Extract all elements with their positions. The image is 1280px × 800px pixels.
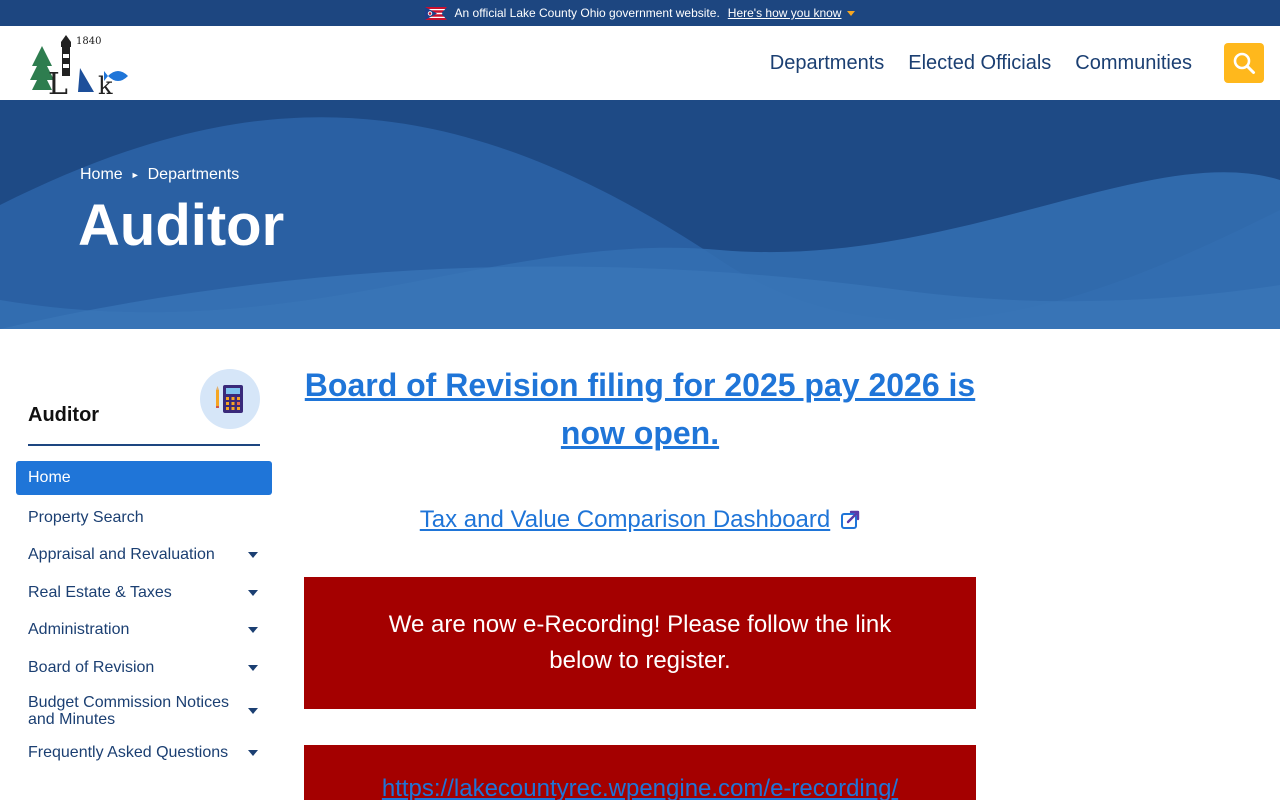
expand-caret-icon[interactable] (248, 552, 258, 559)
lake-county-logo[interactable]: L k 1840 (28, 32, 132, 102)
sidebar-item-board-of-revision[interactable]: Board of Revision (16, 649, 272, 687)
expand-caret-icon[interactable] (248, 707, 258, 714)
department-sidebar: Auditor Home Property Search Appraisal a… (16, 360, 272, 772)
dashboard-link-row: Tax and Value Comparison Dashboard (304, 506, 976, 534)
how-you-know-label: Here's how you know (727, 6, 842, 20)
banner-text: An official Lake County Ohio government … (454, 6, 720, 20)
breadcrumb-separator-icon: ► (130, 170, 140, 180)
caret-down-icon (847, 10, 856, 16)
e-recording-notice-text: We are now e-Recording! Please follow th… (388, 611, 892, 674)
sidebar-header: Auditor (28, 360, 260, 446)
e-recording-notice: We are now e-Recording! Please follow th… (304, 577, 976, 709)
sidebar-item-label: Real Estate & Taxes (28, 583, 172, 601)
logo-year: 1840 (76, 36, 102, 47)
search-icon (1233, 52, 1255, 74)
main-content: Board of Revision filing for 2025 pay 20… (304, 360, 976, 800)
sidebar-item-administration[interactable]: Administration (16, 612, 272, 650)
expand-caret-icon[interactable] (248, 627, 258, 634)
sidebar-item-label: Home (28, 469, 71, 486)
nav-communities[interactable]: Communities (1075, 52, 1192, 75)
ohio-flag-icon (424, 6, 447, 20)
page-hero: Home ► Departments Auditor (0, 100, 1280, 329)
e-recording-link-box: https://lakecountyrec.wpengine.com/e-rec… (304, 745, 976, 800)
official-website-banner: An official Lake County Ohio government … (0, 0, 1280, 26)
sidebar-item-appraisal[interactable]: Appraisal and Revaluation (16, 537, 272, 575)
e-recording-link[interactable]: https://lakecountyrec.wpengine.com/e-rec… (304, 775, 976, 800)
sidebar-item-label: Frequently Asked Questions (28, 744, 229, 762)
nav-departments[interactable]: Departments (770, 52, 885, 75)
sidebar-item-label: Budget Commission Notices and Minutes (28, 693, 229, 728)
sidebar-menu: Home Property Search Appraisal and Reval… (16, 461, 272, 772)
tax-value-dashboard-link[interactable]: Tax and Value Comparison Dashboard (420, 506, 830, 533)
how-you-know-link[interactable]: Here's how you know (728, 6, 856, 20)
sidebar-item-label: Administration (28, 621, 130, 639)
page-title: Auditor (78, 193, 285, 258)
sidebar-item-property-search[interactable]: Property Search (16, 499, 272, 537)
sidebar-item-real-estate-taxes[interactable]: Real Estate & Taxes (16, 574, 272, 612)
sidebar-item-label: Board of Revision (28, 658, 155, 676)
sidebar-title: Auditor (28, 404, 100, 426)
main-nav: Departments Elected Officials Communitie… (770, 26, 1192, 100)
sidebar-item-budget-commission[interactable]: Budget Commission Notices and Minutes (16, 687, 272, 735)
nav-elected-officials[interactable]: Elected Officials (908, 52, 1051, 75)
breadcrumb: Home ► Departments (80, 166, 239, 184)
expand-caret-icon[interactable] (248, 589, 258, 596)
expand-caret-icon[interactable] (248, 750, 258, 757)
sidebar-item-home[interactable]: Home (16, 461, 272, 495)
search-button[interactable] (1224, 43, 1264, 83)
calculator-icon (200, 369, 260, 429)
site-header: L k 1840 Departments Elected Officials C… (0, 26, 1280, 102)
sidebar-item-faq[interactable]: Frequently Asked Questions (16, 735, 272, 773)
expand-caret-icon[interactable] (248, 664, 258, 671)
sidebar-item-label: Appraisal and Revaluation (28, 546, 215, 564)
external-link-icon[interactable] (840, 510, 860, 530)
breadcrumb-home[interactable]: Home (80, 166, 123, 184)
breadcrumb-departments[interactable]: Departments (148, 166, 240, 184)
sidebar-item-label: Property Search (28, 508, 144, 526)
board-of-revision-headline-link[interactable]: Board of Revision filing for 2025 pay 20… (304, 361, 976, 457)
logo-letter-l: L (48, 67, 68, 96)
